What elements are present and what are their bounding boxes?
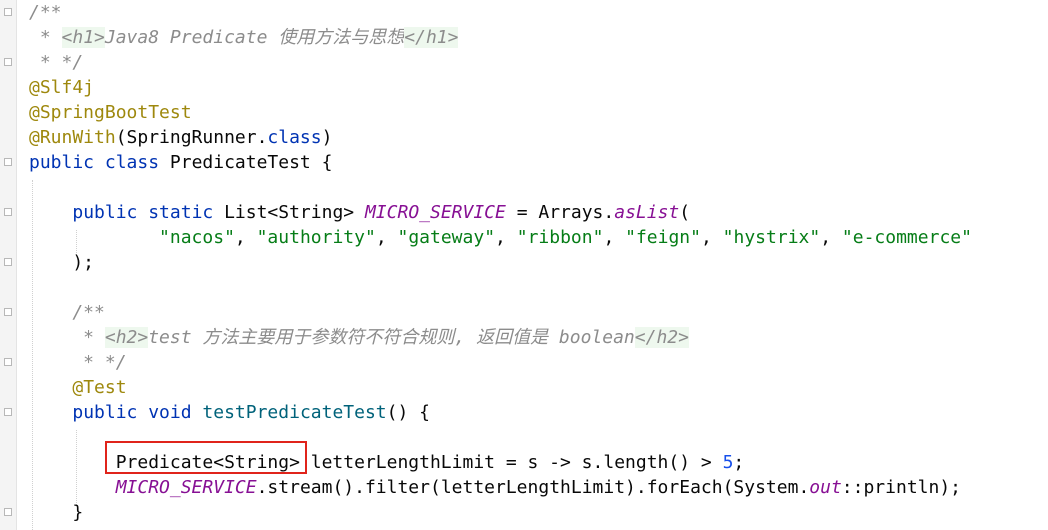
code-token: public static (72, 202, 225, 223)
fold-marker-icon[interactable] (4, 508, 12, 516)
code-token: ( (679, 202, 691, 223)
fold-marker-icon[interactable] (4, 158, 12, 166)
code-token: <h1> (61, 27, 105, 48)
code-token: = Arrays. (505, 202, 615, 223)
code-line[interactable]: } (29, 500, 83, 525)
code-token: "hystrix" (722, 227, 821, 248)
code-token: MICRO_SERVICE (115, 477, 257, 498)
code-token: (SpringRunner. (115, 127, 268, 148)
fold-marker-icon[interactable] (4, 408, 12, 416)
code-token: test 方法主要用于参数符不符合规则, 返回值是 boolean (148, 327, 635, 348)
code-line[interactable]: * <h1>Java8 Predicate 使用方法与思想</h1> (29, 25, 459, 50)
code-token: @Test (72, 377, 127, 398)
code-token: "feign" (625, 227, 701, 248)
fold-marker-icon[interactable] (4, 358, 12, 366)
code-token: * (29, 327, 105, 348)
code-token: , (820, 227, 842, 248)
code-line[interactable]: @RunWith(SpringRunner.class) (29, 125, 332, 150)
code-token: "nacos" (159, 227, 235, 248)
fold-marker-icon[interactable] (4, 208, 12, 216)
code-token: class (267, 127, 322, 148)
code-token: @SpringBootTest (29, 102, 192, 123)
highlight-box (105, 441, 307, 474)
code-token: * */ (29, 352, 127, 373)
code-line[interactable]: @Test (29, 375, 127, 400)
code-token: } (29, 502, 84, 523)
code-line[interactable]: @SpringBootTest (29, 100, 192, 125)
code-token: MICRO_SERVICE (364, 202, 506, 223)
code-token: PredicateTest { (169, 152, 333, 173)
code-token: /** (29, 302, 105, 323)
code-token: , (603, 227, 626, 248)
code-token: , (234, 227, 257, 248)
code-token: .stream().filter(letterLengthLimit).forE… (256, 477, 810, 498)
code-line[interactable]: * */ (29, 50, 83, 75)
code-token: @Slf4j (29, 77, 95, 98)
code-token: Java8 Predicate 使用方法与思想 (104, 27, 405, 48)
code-line[interactable]: ); (29, 250, 94, 275)
code-line[interactable]: /** (29, 300, 105, 325)
code-token: () { (386, 402, 430, 423)
code-token: /** (29, 2, 62, 23)
code-token: "gateway" (397, 227, 496, 248)
code-line[interactable]: * */ (29, 350, 127, 375)
code-token: , (700, 227, 723, 248)
code-token: <h2> (104, 327, 149, 348)
code-line[interactable]: public static List<String> MICRO_SERVICE… (29, 200, 690, 225)
code-line[interactable]: MICRO_SERVICE.stream().filter(letterLeng… (29, 475, 961, 500)
code-token: 5 (722, 452, 734, 473)
code-token: List<String> (224, 202, 365, 223)
code-token: * (29, 27, 62, 48)
code-token: public void (72, 402, 203, 423)
code-token: ); (29, 252, 95, 273)
code-token: "e-commerce" (841, 227, 972, 248)
code-token: public class (29, 152, 170, 173)
code-token: testPredicateTest (202, 402, 387, 423)
code-token: ::println); (841, 477, 962, 498)
code-token: "authority" (256, 227, 376, 248)
code-token: </h1> (404, 27, 459, 48)
fold-marker-icon[interactable] (4, 58, 12, 66)
code-line[interactable]: public class PredicateTest { (29, 150, 332, 175)
code-token: asList (614, 202, 680, 223)
code-token: ; (733, 452, 745, 473)
fold-marker-icon[interactable] (4, 8, 12, 16)
code-token: * */ (29, 52, 84, 73)
code-token: out (809, 477, 842, 498)
code-token: , (375, 227, 398, 248)
editor-gutter (0, 0, 17, 530)
code-token: ) (321, 127, 333, 148)
code-token: @RunWith (29, 127, 116, 148)
code-line[interactable]: @Slf4j (29, 75, 94, 100)
code-token: </h2> (634, 327, 689, 348)
code-line[interactable]: "nacos", "authority", "gateway", "ribbon… (29, 225, 972, 250)
code-line[interactable]: * <h2>test 方法主要用于参数符不符合规则, 返回值是 boolean<… (29, 325, 689, 350)
code-line[interactable]: /** (29, 0, 62, 25)
fold-marker-icon[interactable] (4, 308, 12, 316)
code-token: , (495, 227, 517, 248)
code-token: "ribbon" (516, 227, 604, 248)
fold-marker-icon[interactable] (4, 258, 12, 266)
code-line[interactable]: public void testPredicateTest() { (29, 400, 430, 425)
